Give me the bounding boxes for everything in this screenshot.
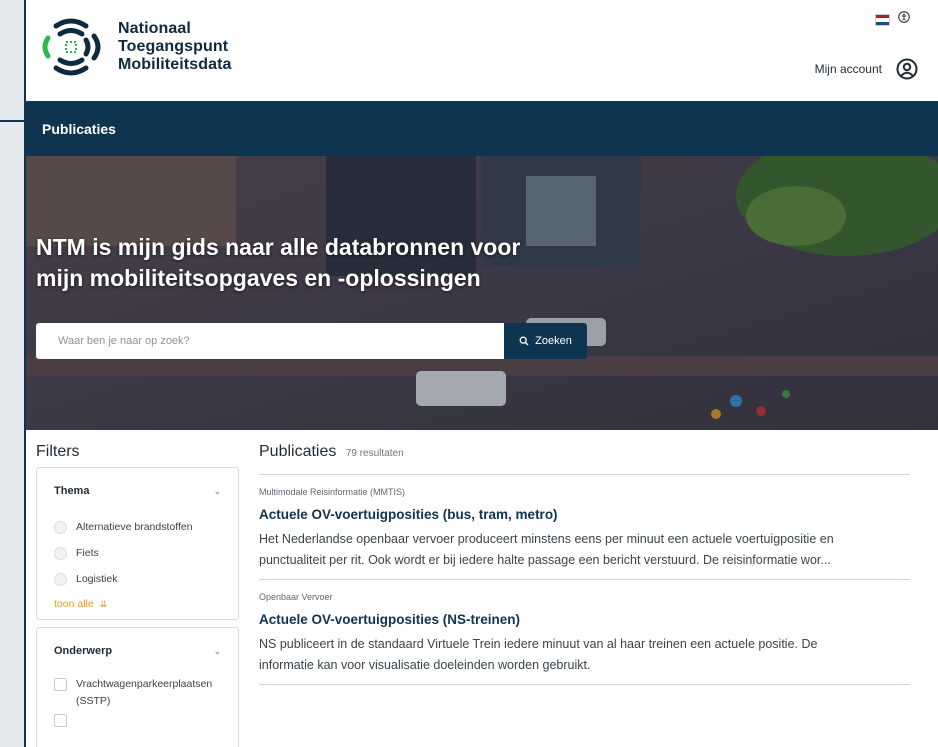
item-category: Openbaar Vervoer (259, 592, 333, 602)
filter-group-header[interactable]: Onderwerp ⌄ (37, 628, 238, 674)
filter-option-label: Vrachtwagenparkeerplaatsen (SSTP) (76, 678, 213, 707)
item-title-link[interactable]: Actuele OV-voertuigposities (bus, tram, … (259, 507, 910, 522)
nav-item-publicaties[interactable]: Publicaties (42, 121, 116, 137)
logo-line-2: Toegangspunt (118, 38, 229, 55)
filter-option[interactable]: Alternatieve brandstoffen (37, 514, 238, 540)
item-description-line-2: punctualiteit per rit. Ook wordt er bij … (259, 553, 831, 567)
site-header: Nationaal Toegangspunt Mobiliteitsdata M… (26, 0, 938, 101)
radio-button[interactable] (54, 546, 67, 560)
item-description: NS publiceert in de standaard Virtuele T… (259, 634, 910, 676)
results-panel: Publicaties 79 resultaten Multimodale Re… (259, 443, 910, 685)
search-placeholder: Waar ben je naar op zoek? (58, 335, 190, 347)
logo-line-3: Mobiliteitsdata (118, 56, 232, 73)
show-all-label: toon alle (54, 598, 94, 610)
hero-headline-line-1: NTM is mijn gids naar alle databronnen v… (36, 234, 521, 260)
search-form: Waar ben je naar op zoek? Zoeken (36, 323, 587, 359)
divider (259, 684, 910, 685)
main-content: Filters Thema ⌄ Alternatieve brandstoffe… (26, 430, 938, 747)
site-logo[interactable]: Nationaal Toegangspunt Mobiliteitsdata (36, 12, 232, 82)
filter-group-onderwerp: Onderwerp ⌄ Vrachtwagenparkeerplaatsen (… (36, 627, 239, 747)
filter-option[interactable]: Fiets (37, 540, 238, 566)
filter-option-label: Fiets (76, 547, 99, 559)
list-item: Multimodale Reisinformatie (MMTIS) Actue… (259, 475, 910, 571)
filter-option-label: Logistiek (76, 573, 118, 585)
list-item: Openbaar Vervoer Actuele OV-voertuigposi… (259, 580, 910, 676)
user-circle-icon (896, 58, 918, 80)
checkbox[interactable] (54, 678, 67, 691)
filter-group-thema: Thema ⌄ Alternatieve brandstoffen Fiets … (36, 467, 239, 620)
netherlands-flag-icon[interactable] (875, 14, 890, 26)
double-chevron-down-icon: ⇊ (99, 599, 108, 609)
item-description: Het Nederlandse openbaar vervoer produce… (259, 529, 910, 571)
filter-option[interactable] (37, 712, 238, 738)
results-heading: Publicaties (259, 443, 337, 460)
ntm-logo-icon (42, 18, 101, 76)
filters-title: Filters (36, 443, 80, 460)
results-title: Publicaties 79 resultaten (259, 443, 910, 461)
logo-wordmark: Nationaal Toegangspunt Mobiliteitsdata (118, 20, 232, 74)
logo-line-1: Nationaal (118, 20, 191, 37)
checkbox[interactable] (54, 714, 67, 727)
hero-banner: NTM is mijn gids naar alle databronnen v… (26, 156, 938, 430)
account-label: Mijn account (814, 62, 882, 76)
item-description-line-1: Het Nederlandse openbaar vervoer produce… (259, 532, 834, 546)
browser-page: Nationaal Toegangspunt Mobiliteitsdata M… (24, 0, 938, 747)
search-button-label: Zoeken (535, 335, 572, 347)
show-all-link[interactable]: toon alle ⇊ (37, 598, 238, 610)
chevron-down-icon: ⌄ (213, 485, 221, 496)
item-description-line-1: NS publiceert in de standaard Virtuele T… (259, 637, 818, 651)
chevron-down-icon: ⌄ (213, 645, 221, 656)
item-category: Multimodale Reisinformatie (MMTIS) (259, 487, 406, 497)
search-input[interactable]: Waar ben je naar op zoek? (36, 323, 504, 359)
item-title-link[interactable]: Actuele OV-voertuigposities (NS-treinen) (259, 612, 910, 627)
results-count: 79 resultaten (345, 448, 404, 459)
search-button[interactable]: Zoeken (504, 323, 587, 359)
filter-option-label: Alternatieve brandstoffen (76, 521, 193, 533)
accessibility-icon[interactable] (898, 11, 910, 26)
filter-group-label: Thema (54, 485, 90, 497)
main-nav: Publicaties (26, 101, 938, 156)
radio-button[interactable] (54, 520, 67, 534)
filter-option[interactable]: Logistiek (37, 566, 238, 592)
filter-option[interactable]: Vrachtwagenparkeerplaatsen (SSTP) (37, 674, 238, 710)
hero-headline: NTM is mijn gids naar alle databronnen v… (36, 232, 636, 294)
hero-headline-line-2: mijn mobiliteitsopgaves en -oplossingen (36, 265, 481, 291)
item-description-line-2: informatie kan voor visualisatie doelein… (259, 658, 591, 672)
search-icon (519, 336, 529, 346)
filter-group-header[interactable]: Thema ⌄ (37, 468, 238, 514)
filter-group-label: Onderwerp (54, 645, 113, 657)
account-link[interactable]: Mijn account (815, 58, 918, 80)
radio-button[interactable] (54, 572, 67, 586)
